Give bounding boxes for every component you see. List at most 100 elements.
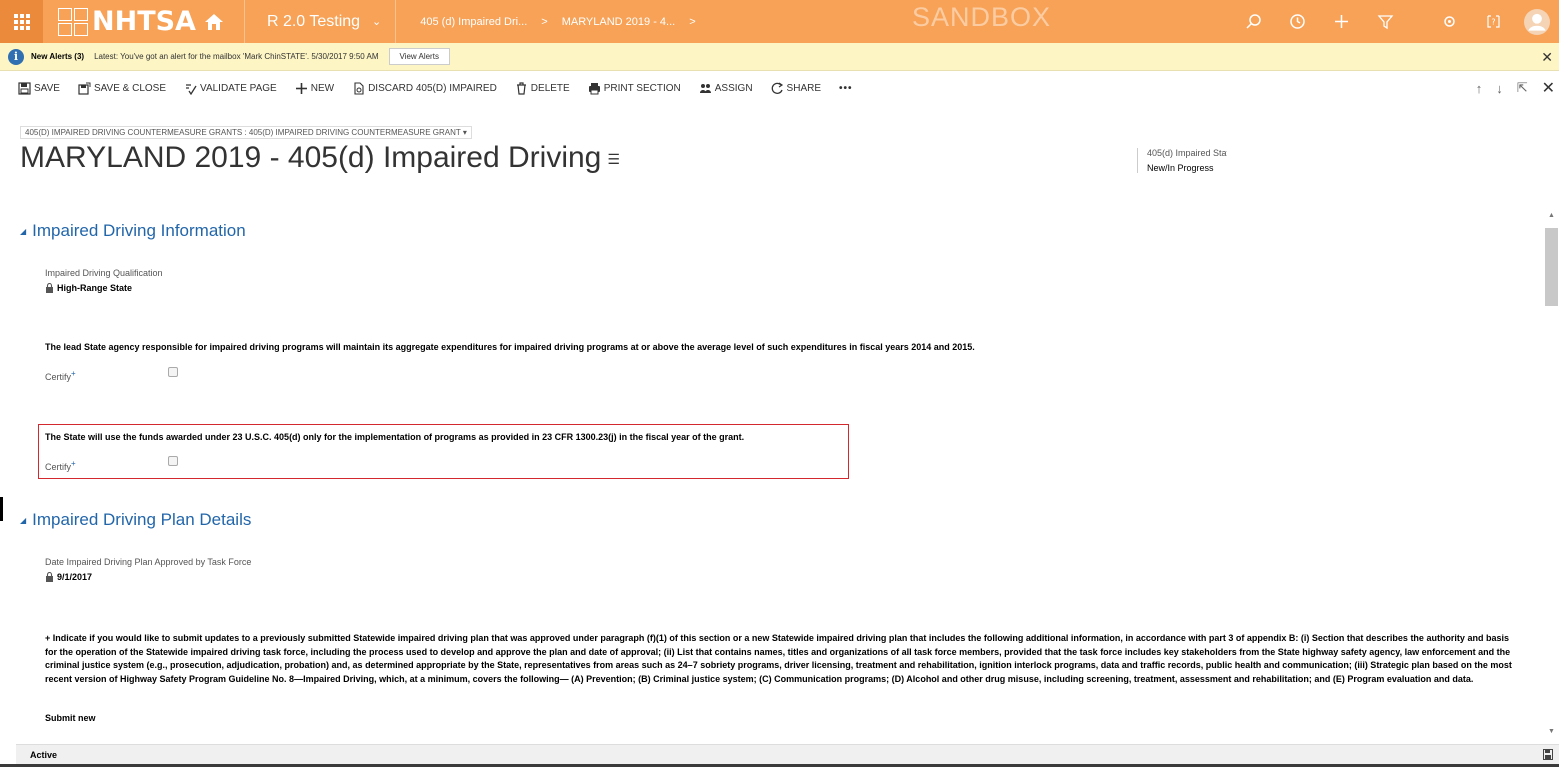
share-button[interactable]: SHARE [771,82,821,95]
nav-divider [395,0,397,43]
save-close-button[interactable]: SAVE & CLOSE [78,82,166,95]
section-impaired-driving-information[interactable]: ◢ Impaired Driving Information [20,221,246,241]
certify-text: Certify [45,372,72,382]
caret-down-icon: ▾ [462,128,467,137]
required-mark: + [71,369,76,378]
alert-title[interactable]: New Alerts (3) [31,52,84,61]
delete-label: DELETE [530,82,570,94]
page-title: MARYLAND 2019 - 405(d) Impaired Driving ☰ [20,141,620,175]
home-icon[interactable] [204,12,224,32]
scroll-up-icon[interactable]: ▲ [1548,212,1555,219]
submit-new-label: Submit new [45,713,96,723]
share-icon [771,82,783,94]
plus-icon[interactable] [1319,0,1363,43]
scroll-down-icon[interactable]: ▼ [1548,728,1555,735]
logo-grid-icon [58,7,88,36]
arrow-up-icon[interactable]: ↑ [1476,81,1483,96]
save-icon[interactable] [1543,749,1553,760]
discard-button[interactable]: DISCARD 405(D) IMPAIRED [352,81,497,95]
svg-text:?: ? [1491,18,1495,27]
save-icon [18,81,31,95]
qualification-label: Impaired Driving Qualification [45,268,163,278]
save-label: SAVE [34,82,60,94]
app-name: R 2.0 Testing [266,12,361,30]
page-title-text: MARYLAND 2019 - 405(d) Impaired Driving [20,141,602,174]
status-label: 405(d) Impaired Status [1147,148,1227,158]
lock-icon [46,572,53,582]
new-label: NEW [310,82,335,94]
vertical-scrollbar[interactable]: ▲ ▼ [1544,212,1558,740]
filter-icon[interactable] [1363,0,1407,43]
status-footer: Active [16,744,1559,764]
scrollbar-thumb[interactable] [1545,228,1558,306]
plan-date-text: 9/1/2017 [57,572,93,582]
app-switcher[interactable]: R 2.0 Testing ⌄ [267,13,381,31]
printer-icon [588,82,600,94]
nav-icon-group: ? [1231,0,1559,43]
record-nav-group: ↑ ↓ ⇱ ✕ [1462,71,1555,105]
expand-icon[interactable]: ⇱ [1517,80,1528,96]
logo-text: NHTSA [92,5,196,37]
expenditure-statement: The lead State agency responsible for im… [45,342,975,352]
history-icon[interactable] [1275,0,1319,43]
new-button[interactable]: NEW [295,82,334,95]
collapse-triangle-icon: ◢ [20,226,27,236]
validate-page-button[interactable]: VALIDATE PAGE [184,82,277,95]
command-bar: SAVE SAVE & CLOSE VALIDATE PAGE NEW DISC… [0,71,1559,105]
view-alerts-button[interactable]: View Alerts [388,48,450,65]
help-icon[interactable]: ? [1471,0,1515,43]
plan-date-value: 9/1/2017 [45,572,92,582]
required-mark: + [71,459,76,468]
share-label: SHARE [786,82,821,94]
form-selector[interactable]: 405(D) IMPAIRED DRIVING COUNTERMEASURE G… [20,126,472,139]
close-icon[interactable]: ✕ [1541,49,1553,66]
form-selector-label: 405(D) IMPAIRED DRIVING COUNTERMEASURE G… [25,128,461,137]
close-record-icon[interactable]: ✕ [1542,78,1555,98]
alert-message: Latest: You've got an alert for the mail… [94,52,379,61]
discard-icon [354,81,364,95]
delete-button[interactable]: DELETE [515,81,570,95]
sandbox-watermark: SANDBOX [912,2,1052,32]
plan-date-label: Date Impaired Driving Plan Approved by T… [45,557,252,567]
validate-label: VALIDATE PAGE [200,82,277,94]
alert-bar: i New Alerts (3) Latest: You've got an a… [0,43,1559,71]
header-status-field: 405(d) Impaired Status New/In Progress [1137,148,1227,173]
app-launcher-icon[interactable] [0,0,43,43]
certify-checkbox-2[interactable] [168,456,178,466]
breadcrumb: 405 (d) Impaired Dri... > MARYLAND 2019 … [420,16,709,28]
plan-update-instructions: + Indicate if you would like to submit u… [45,633,1512,684]
section-impaired-driving-plan-details[interactable]: ◢ Impaired Driving Plan Details [20,510,251,530]
user-avatar-icon[interactable] [1515,0,1559,43]
settings-icon[interactable] [1427,0,1471,43]
arrow-down-icon[interactable]: ↓ [1496,81,1503,96]
nav-divider [243,0,245,43]
nhtsa-logo[interactable]: NHTSA [58,5,224,37]
funds-use-statement: The State will use the funds awarded und… [45,432,745,442]
chevron-right-icon[interactable]: > [689,16,695,28]
save-close-icon [78,82,91,95]
print-section-button[interactable]: PRINT SECTION [588,82,681,95]
more-commands-button[interactable]: ••• [839,83,853,94]
section-title: Impaired Driving Information [32,221,246,240]
lock-icon [46,283,53,293]
chevron-down-icon: ⌄ [372,16,382,28]
search-icon[interactable] [1231,0,1275,43]
assign-button[interactable]: ASSIGN [699,82,753,95]
collapse-triangle-icon: ◢ [20,515,27,525]
breadcrumb-entity[interactable]: 405 (d) Impaired Dri... [420,16,527,28]
plus-icon [295,82,307,94]
assign-label: ASSIGN [714,82,753,94]
record-menu-icon[interactable]: ☰ [607,151,620,168]
top-nav-bar: NHTSA R 2.0 Testing ⌄ 405 (d) Impaired D… [0,0,1559,43]
certify-checkbox-1[interactable] [168,367,178,377]
left-edge-marker [0,497,3,521]
info-icon: i [8,48,24,65]
breadcrumb-record[interactable]: MARYLAND 2019 - 4... [562,16,676,28]
assign-icon [699,83,711,93]
print-label: PRINT SECTION [603,82,681,94]
status-value[interactable]: New/In Progress [1147,163,1227,173]
save-close-label: SAVE & CLOSE [93,82,167,94]
certify-text: Certify [45,462,72,472]
qualification-value-text: High-Range State [57,283,133,293]
save-button[interactable]: SAVE [18,81,60,95]
